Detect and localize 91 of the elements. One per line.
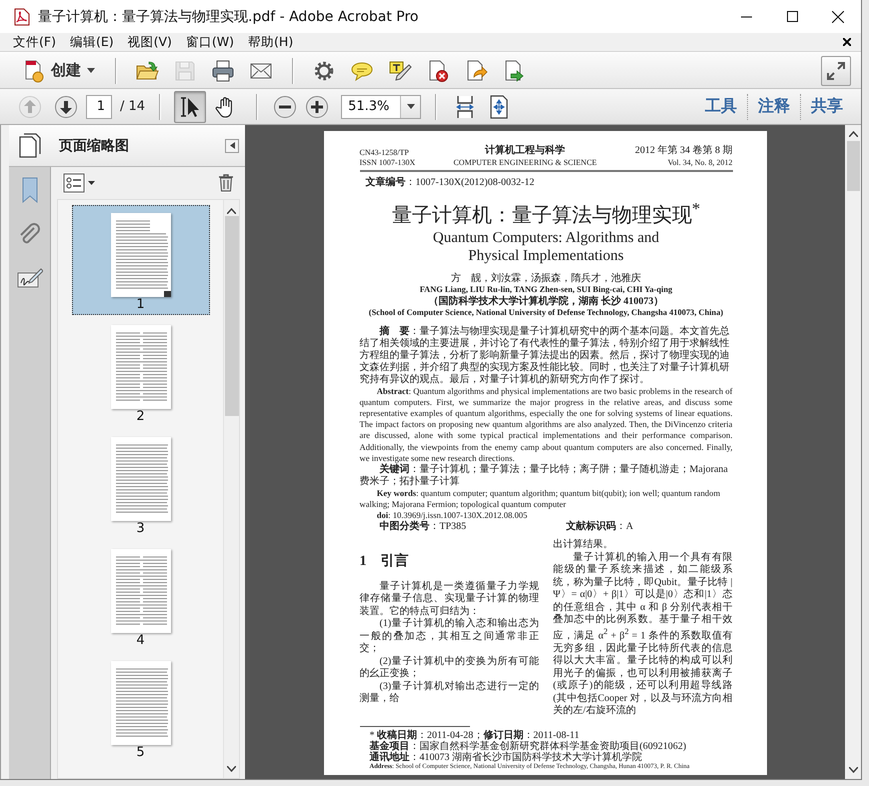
issue-info: 2012 年第 34 卷第 8 期	[635, 145, 732, 158]
author-list: 方 靓，刘汝霖，汤振森，隋兵才，池雅庆	[451, 272, 641, 286]
plus-icon	[305, 94, 330, 118]
down-chevron-icon[interactable]	[848, 767, 858, 773]
thumbnail-item[interactable]: 5	[72, 653, 210, 763]
page-count-text: / 14	[120, 99, 146, 114]
author-list: FANG Liang, LIU Ru-lin, TANG Zhen-sen, SUI Bing-cai, CHI Ya-qing	[420, 285, 672, 296]
caret-icon	[87, 68, 95, 73]
section-heading: 1 引言	[360, 553, 410, 571]
text-pen-icon	[388, 58, 412, 82]
affiliation: （国防科学技术大学计算机学院，湖南 长沙 410073）	[428, 296, 664, 308]
pdf-file-icon	[14, 8, 30, 26]
menu-item[interactable]: 视图(V)	[120, 32, 179, 52]
scrollbar[interactable]	[845, 125, 861, 779]
footnote: *收稿日期：2011-04-28；修订日期：2011-08-11	[368, 730, 580, 741]
classification-code: 中图分类号：TP385	[378, 520, 468, 534]
article-title: 量子计算机：量子算法与物理实现$^{*}$	[390, 199, 702, 229]
document-code: 文献标识码：A	[565, 520, 634, 534]
issue-info: Vol. 34, No. 8, 2012	[668, 158, 732, 168]
page-number-label: 5	[136, 745, 145, 760]
pages-icon	[18, 132, 42, 158]
affiliation: (School of Computer Science, National University of Defense Technology, Changsha 410073, China)	[368, 308, 724, 319]
paragraph: (2)量子计算机中的变换为所有可能的幺正变换；	[360, 656, 539, 680]
paragraph: (1)量子计算机的输入态和输出态为一般的叠加态，其相互之间通常非正交；	[360, 618, 539, 656]
caret-icon	[88, 181, 95, 185]
up-chevron-icon[interactable]	[848, 131, 858, 137]
panel-title: 页面缩略图	[59, 136, 130, 154]
page-number-label: 4	[136, 633, 145, 648]
down-chevron-icon[interactable]	[227, 766, 236, 772]
doi-text: doi: 10.3969/j.issn.1007-130X.2012.08.005	[376, 510, 528, 520]
pane-tab[interactable]: 注释	[748, 96, 800, 117]
footnote: 通讯地址：410073 湖南省长沙市国防科学技术大学计算机学院	[368, 752, 643, 763]
fit-page-icon	[488, 94, 510, 118]
menu-item[interactable]: 帮助(H)	[241, 32, 300, 52]
thumbnail-item[interactable]: 4	[72, 541, 210, 651]
footnote: 基金项目：国家自然科学基金创新研究群体科学基金资助项目(60921062)	[368, 740, 688, 752]
scrollbar[interactable]	[223, 200, 239, 778]
keywords: 关键词：量子计算机；量子算法；量子比特；离子阱；量子随机游走；Majorana 费米子；拓扑量子计算	[360, 464, 729, 488]
printer-icon	[211, 58, 235, 82]
journal-name: 计算机工程与科学	[485, 145, 566, 158]
menu-item[interactable]: 窗口(W)	[178, 32, 242, 52]
minus-icon	[273, 94, 298, 118]
article-title: Quantum Computers: Algorithms and Physical Implementations	[432, 228, 660, 265]
menu-item[interactable]: 编辑(E)	[62, 32, 121, 52]
close-document-button[interactable]	[841, 36, 853, 48]
full-screen-button[interactable]	[821, 56, 851, 86]
journal-code: ISSN 1007-130X	[360, 158, 416, 168]
delete-button[interactable]	[216, 172, 236, 194]
scrollbar-thumb[interactable]	[224, 216, 238, 416]
abstract: Abstract: Quantum algorithms and physical implementations are two basic problems in the research of quantum computers. First, we summarize the major progress in the relative areas, and discuss some representative examples of quantum algorithms, especially the one for solving systems of linear equations. The impact factors on proposing new quantum algorithms are also analyzed. Then, the DiVincenzo criteria are discussed, alone with some typical practical implementations and their performance comparison. Additionally, the viewpoints from the enemy camp about quantum computers are also concerned. Finally, we investigate some new research directions.	[360, 386, 732, 464]
zoom-dropdown-button[interactable]	[400, 96, 420, 118]
caret-icon	[406, 104, 415, 109]
left-triangle-icon	[230, 142, 234, 149]
pane-tab[interactable]: 工具	[695, 96, 747, 117]
article-number: 文章编号：1007-130X(2012)08-0032-12	[366, 176, 536, 189]
page-number-label: 3	[136, 521, 145, 536]
thumbnail-item[interactable]: 1	[72, 205, 210, 315]
menu-item[interactable]: 文件(F)	[6, 32, 63, 52]
expand-arrows-icon	[825, 60, 847, 82]
folder-icon	[135, 58, 159, 82]
zoom-combo-box[interactable]: 51.3%	[341, 94, 422, 118]
collapse-panel-button[interactable]	[225, 138, 239, 152]
signature-pen-icon[interactable]	[16, 267, 42, 289]
journal-code: CN43-1258/TP	[360, 148, 410, 158]
window-title: 量子计算机：量子算法与物理实现.pdf - Adobe Acrobat Pro	[38, 8, 420, 26]
close-icon	[832, 10, 844, 22]
paragraph: 量子计算机是一类遵循量子力学规律存储量子信息、实现量子计算的物理装置。它的特点可归结为：	[360, 580, 539, 618]
scrollbar-thumb[interactable]	[846, 141, 860, 191]
create-button[interactable]: 创建	[18, 56, 100, 86]
abstract: 摘 要：量子算法与物理实现是量子计算机研究中的两个基本问题。本文首先总结了相关领域的主要进展，并讨论了有代表性的量子算法，特别介绍了用于求解线性方程组的量子算法，分析了影响新量子算法提出的因素。然后，探讨了物理实现的迪文森佐判据，并介绍了典型的实现方案及性能比较。同时，也关注了对量子计算机研究持有异议的观点。最后，对量子计算机的新研究方向作了探讨。	[360, 326, 730, 386]
trash-icon	[218, 174, 234, 192]
document-star-icon	[23, 58, 45, 82]
maximize-icon	[786, 11, 798, 22]
list-options-icon	[63, 173, 85, 193]
journal-name: COMPUTER ENGINEERING & SCIENCE	[453, 158, 597, 168]
page-number-label: 1	[136, 297, 145, 312]
page-number-field[interactable]: 1	[86, 94, 112, 118]
close-icon	[843, 38, 851, 46]
thumbnail-item[interactable]: 3	[72, 429, 210, 539]
minimize-icon	[740, 16, 752, 18]
select-tool-button[interactable]	[174, 90, 206, 122]
page-number-label: 2	[136, 409, 145, 424]
fit-width-icon	[454, 94, 476, 118]
up-chevron-icon[interactable]	[227, 208, 236, 214]
paragraph: 量子计算机的输入用一个具有有限能级的量子系统来描述，如二能级系统，称为量子比特，即Qubit。量子比特 |Ψ〉= α|0〉+ β|1〉可以是|0〉态和|1〉态的任意组合，其中 α 和 β 分别代表相干叠加态中的比例系数。基于量子相干效应，满足 α$^{2}$ + β$^{2}$ = 1 条件的系数取值有无穷多组，因此量子比特所代表的信息得以大大丰富。量子比特的构成可以利用光子的偏振，也可以利用被捕获离子(或原子)的能级，还可以利用超导线路(其中包括Cooper 对，以及与环流方向相关的左/右旋环流的	[553, 552, 732, 718]
options-button[interactable]	[61, 171, 97, 195]
paragraph: (3)量子计算机对输出态进行一定的测量，给	[360, 680, 539, 706]
pane-tab[interactable]: 共享	[801, 96, 853, 117]
zoom-field[interactable]: 51.3%	[342, 96, 400, 118]
thumbnail-item[interactable]: 2	[72, 317, 210, 427]
paragraph: 出计算结果。	[553, 539, 614, 552]
